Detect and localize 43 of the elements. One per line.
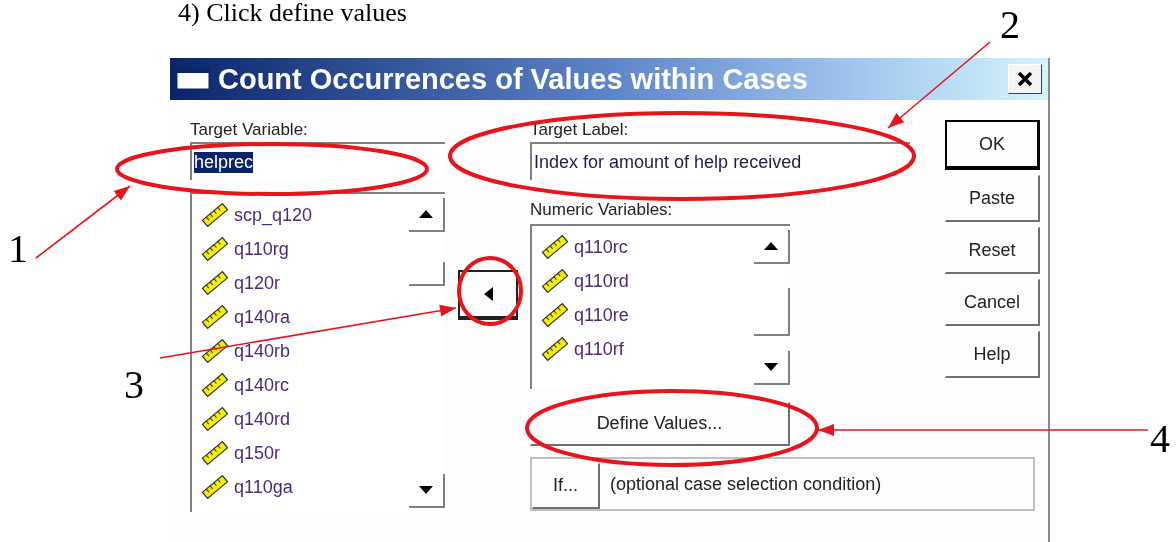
down-arrow-icon	[419, 486, 433, 494]
variable-item[interactable]: q110rd	[574, 270, 629, 292]
dialog-button[interactable]: OK	[945, 120, 1040, 170]
variable-item[interactable]: q140rb	[234, 340, 291, 362]
instruction-text: 4) Click define values	[178, 0, 407, 26]
variable-item[interactable]: q120r	[234, 272, 281, 294]
condition-text: (optional case selection condition)	[610, 473, 882, 495]
up-arrow-icon	[764, 242, 778, 250]
dialog-button[interactable]: Help	[945, 331, 1040, 378]
variable-item[interactable]: q110ga	[234, 476, 293, 498]
variable-item[interactable]: q150r	[234, 442, 281, 464]
variable-item[interactable]: q140rc	[234, 374, 290, 396]
dialog-button[interactable]: Cancel	[945, 279, 1040, 326]
dialog-button[interactable]: Paste	[945, 175, 1040, 222]
variable-item[interactable]: scp_q120	[234, 204, 313, 226]
variable-item[interactable]: q110rg	[234, 238, 289, 260]
target-label-field[interactable]: Index for amount of help received	[530, 142, 910, 180]
annotation-ellipse	[457, 256, 523, 326]
close-button[interactable]	[1008, 64, 1042, 94]
variable-item[interactable]: q110rc	[574, 236, 628, 258]
list-label: Numeric Variables:	[530, 199, 674, 221]
variable-list[interactable]: scp_q120 q110rg q120r q140ra q140rb q140rc q140rd q150r q110ga	[190, 192, 445, 512]
annotation-number: 4	[1150, 416, 1170, 461]
field-label: Target Variable:	[190, 119, 309, 141]
variable-item[interactable]: q140ra	[234, 306, 291, 328]
numeric-variable-list[interactable]: q110rc q110rd q110re q110rf	[530, 224, 790, 389]
annotation-number: 2	[1000, 2, 1020, 47]
window-icon	[176, 68, 210, 90]
if-button[interactable]: If...	[532, 463, 600, 509]
down-arrow-icon	[764, 363, 778, 371]
left-arrow-icon	[483, 287, 493, 301]
close-icon	[1016, 70, 1034, 88]
variable-item[interactable]: q110rf	[574, 338, 624, 360]
dialog-button[interactable]: Reset	[945, 227, 1040, 274]
up-arrow-icon	[419, 210, 433, 218]
define-values-button[interactable]: Define Values...	[530, 402, 790, 446]
variable-item[interactable]: q140rd	[234, 408, 291, 430]
variable-item[interactable]: q110re	[574, 304, 629, 326]
annotation-number: 1	[8, 226, 28, 271]
window-title: Count Occurrences of Values within Cases	[218, 62, 808, 96]
scroll-thumb[interactable]	[409, 262, 445, 286]
annotation-number: 3	[124, 362, 144, 407]
scroll-thumb[interactable]	[754, 288, 790, 336]
